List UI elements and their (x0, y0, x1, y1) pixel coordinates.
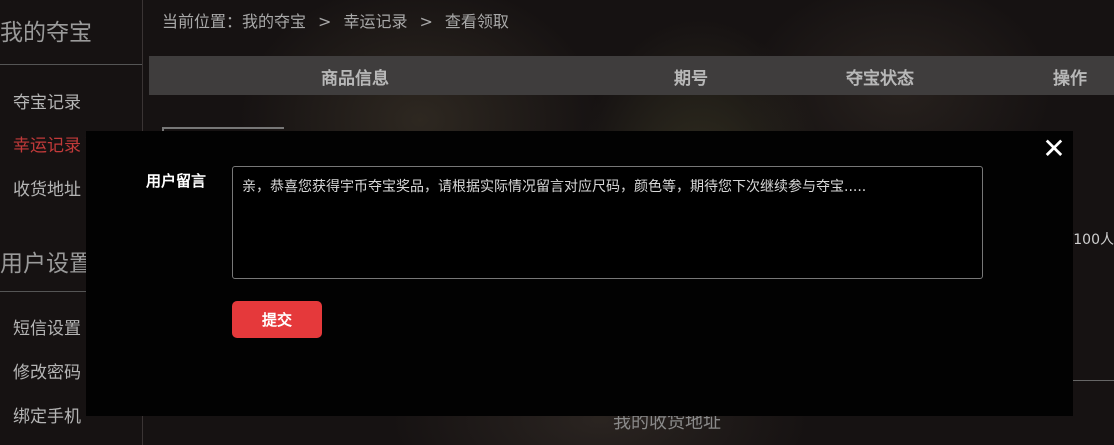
divider (1072, 380, 1114, 381)
breadcrumb-current: 查看领取 (444, 12, 509, 31)
breadcrumb-lucky-records[interactable]: 幸运记录 (343, 12, 407, 31)
column-header-status: 夺宝状态 (846, 69, 914, 89)
sidebar-item-bind-phone[interactable]: 绑定手机 (13, 402, 81, 427)
breadcrumb-my-treasure[interactable]: 我的夺宝 (242, 12, 306, 31)
breadcrumb-separator: > (318, 12, 332, 31)
column-header-issue-number: 期号 (674, 69, 708, 89)
sidebar-divider (0, 64, 142, 65)
sidebar-item-treasure-records[interactable]: 夺宝记录 (13, 88, 81, 113)
sidebar-item-lucky-records[interactable]: 幸运记录✦ (13, 131, 95, 156)
column-header-actions: 操作 (1053, 69, 1087, 89)
column-header-product-info: 商品信息 (321, 69, 389, 89)
breadcrumb-separator: > (419, 12, 433, 31)
sidebar-item-change-password[interactable]: 修改密码 (13, 358, 81, 383)
table-header: 商品信息 期号 夺宝状态 操作 (149, 56, 1114, 95)
breadcrumb: 当前位置：我的夺宝 > 幸运记录 > 查看领取 (162, 8, 509, 32)
sidebar-heading-my-treasure: 我的夺宝 (0, 20, 92, 46)
sidebar-item-shipping-address[interactable]: 收货地址 (13, 175, 81, 200)
sidebar-item-label: 幸运记录 (13, 136, 81, 156)
breadcrumb-prefix: 当前位置： (162, 12, 243, 31)
message-label: 用户留言 (146, 172, 207, 190)
submit-button[interactable]: 提交 (232, 301, 322, 338)
participants-count-partial: /100人 (1068, 232, 1114, 248)
message-textarea[interactable]: 亲，恭喜您获得宇币夺宝奖品，请根据实际情况留言对应尺码，颜色等，期待您下次继续参… (232, 166, 983, 279)
sidebar-item-sms-settings[interactable]: 短信设置 (13, 314, 81, 339)
close-icon[interactable]: ✕ (1042, 135, 1066, 163)
sidebar-heading-user-settings: 用户设置 (0, 251, 92, 277)
